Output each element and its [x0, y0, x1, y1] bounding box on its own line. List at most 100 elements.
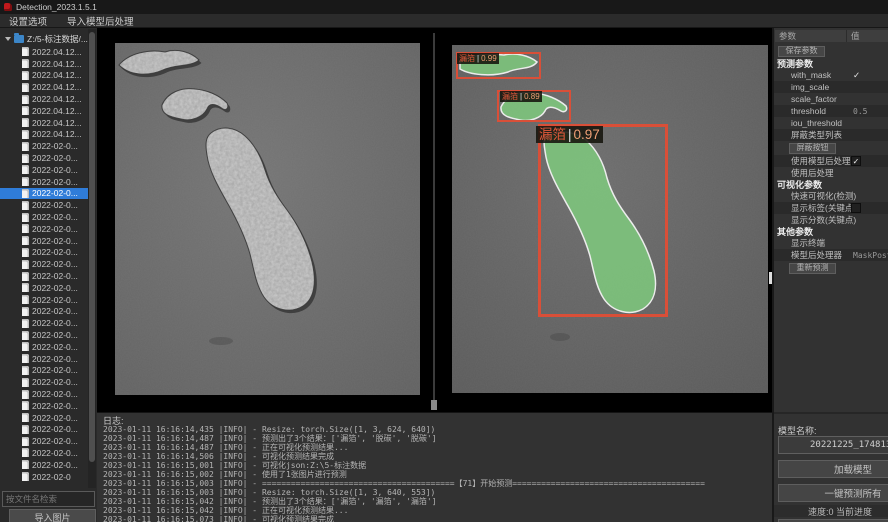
tree-item[interactable]: 2022-02-0... — [0, 247, 88, 259]
repredict-button[interactable]: 重新预测 — [789, 263, 836, 274]
right-image-view[interactable]: 漏箔|0.99 漏箔|0.89 漏箔|0.97 — [452, 45, 768, 393]
file-icon — [22, 165, 29, 174]
param-row-show-labels[interactable]: 显示标签(关键点) — [774, 202, 888, 214]
tree-item[interactable]: 2022-02-0... — [0, 294, 88, 306]
log-line: 2023-01-11 16:16:15,073 |INFO| - 可视化预测结果… — [103, 515, 772, 522]
tree-item[interactable]: 2022-02-0... — [0, 306, 88, 318]
tree-item[interactable]: 2022-02-0... — [0, 365, 88, 377]
tree-item[interactable]: 2022.04.12... — [0, 93, 88, 105]
tree-item[interactable]: 2022-02-0... — [0, 447, 88, 459]
menu-import-postprocess[interactable]: 导入模型后处理 — [67, 14, 134, 28]
tree-item-label: 2022-02-0... — [32, 389, 78, 399]
tree-item-label: 2022-02-0... — [32, 295, 78, 305]
panel-divider-handle[interactable] — [431, 400, 437, 410]
panel-divider[interactable] — [433, 33, 435, 410]
param-row-use-model-postprocess[interactable]: 使用模型后处理 ✓ — [774, 155, 888, 167]
import-images-button[interactable]: 导入图片 — [9, 509, 96, 522]
log-text: 2023-01-11 16:16:14,487 |INFO| - 预测出了3个结… — [103, 434, 437, 443]
detection-label-3: 漏箔|0.97 — [536, 126, 603, 143]
params-panel: 参数 值 保存参数 预测参数 with_mask ✓ img_scale sca… — [772, 28, 888, 522]
load-model-button[interactable]: 加载模型 — [778, 460, 888, 478]
save-params-button[interactable]: 保存参数 — [778, 46, 825, 57]
param-row-mask-type-list[interactable]: 屏蔽类型列表 — [774, 129, 888, 141]
tree-item[interactable]: 2022-02-0... — [0, 317, 88, 329]
section-predict-params: 预测参数 — [774, 58, 888, 69]
log-line: 2023-01-11 16:16:15,003 |INFO| - =======… — [103, 479, 772, 488]
tree-item[interactable]: 2022-02-0... — [0, 188, 88, 200]
file-icon — [22, 47, 29, 56]
tree-item[interactable]: 2022-02-0... — [0, 223, 88, 235]
tree-item[interactable]: 2022.04.12... — [0, 129, 88, 141]
param-row-with-mask[interactable]: with_mask ✓ — [774, 69, 888, 81]
tree-item[interactable]: 2022-02-0... — [0, 353, 88, 365]
checkbox-empty[interactable] — [851, 203, 861, 213]
postprocessor-value[interactable]: MaskPostPro — [853, 251, 888, 260]
file-icon — [22, 83, 29, 92]
tree-item[interactable]: 2022.04.12... — [0, 81, 88, 93]
params-table-header: 参数 值 — [775, 30, 888, 42]
log-line: 2023-01-11 16:16:15,042 |INFO| - 正在可视化预测… — [103, 506, 772, 515]
param-row-show-terminal[interactable]: 显示终端 — [774, 237, 888, 249]
log-text: 2023-01-11 16:16:15,042 |INFO| - 预测出了3个结… — [103, 497, 437, 506]
tree-item[interactable]: 2022-02-0... — [0, 152, 88, 164]
tree-item[interactable]: 2022-02-0... — [0, 388, 88, 400]
param-row-use-postprocess[interactable]: 使用后处理 — [774, 167, 888, 179]
image-canvas: 漏箔|0.99 漏箔|0.89 漏箔|0.97 — [97, 28, 772, 412]
log-text: 2023-01-11 16:16:14,506 |INFO| - 可视化预测结果… — [103, 452, 334, 461]
param-row-model-postprocessor[interactable]: 模型后处理器 MaskPostPro — [774, 249, 888, 261]
tree-item[interactable]: 2022-02-0... — [0, 329, 88, 341]
mask-types-button[interactable]: 屏蔽按钮 — [789, 143, 836, 154]
search-input[interactable] — [2, 491, 95, 507]
tree-item[interactable]: 2022-02-0... — [0, 400, 88, 412]
tree-item[interactable]: 2022-02-0... — [0, 435, 88, 447]
tree-item[interactable]: 2022-02-0... — [0, 176, 88, 188]
tree-item[interactable]: 2022-02-0... — [0, 211, 88, 223]
tree-item[interactable]: 2022-02-0... — [0, 424, 88, 436]
tree-scrollbar[interactable] — [88, 29, 96, 488]
left-image-view[interactable] — [115, 43, 420, 395]
checkbox-checked[interactable]: ✓ — [851, 156, 861, 166]
tree-item[interactable]: 2022-02-0... — [0, 164, 88, 176]
tree-item-label: 2022-02-0... — [32, 413, 78, 423]
param-row-threshold[interactable]: threshold 0.5 — [774, 105, 888, 117]
file-icon — [22, 354, 29, 363]
tree-item-label: 2022.04.12... — [32, 129, 82, 139]
param-row-scale-factor[interactable]: scale_factor — [774, 93, 888, 105]
model-name-field[interactable]: 20221225_174813 — [778, 436, 888, 454]
tree-root[interactable]: Z:/5-标注数据/... — [0, 33, 88, 45]
tree-item[interactable]: 2022.04.12... — [0, 58, 88, 70]
param-row-iou-threshold[interactable]: iou_threshold — [774, 117, 888, 129]
log-text: 2023-01-11 16:16:14,435 |INFO| - Resize:… — [103, 425, 435, 434]
tree-item[interactable]: 2022-02-0... — [0, 270, 88, 282]
file-icon — [22, 460, 29, 469]
tree-item[interactable]: 2022-02-0... — [0, 235, 88, 247]
file-icon — [22, 201, 29, 210]
menu-settings[interactable]: 设置选项 — [9, 14, 47, 28]
predict-all-button[interactable]: 一键预测所有 — [778, 484, 888, 502]
tree-item[interactable]: 2022-02-0... — [0, 140, 88, 152]
tree-item[interactable]: 2022.04.12... — [0, 70, 88, 82]
tree-item[interactable]: 2022.04.12... — [0, 105, 88, 117]
tree-item[interactable]: 2022-02-0... — [0, 412, 88, 424]
tree-item[interactable]: 2022.04.12... — [0, 46, 88, 58]
detection-score: 0.89 — [524, 91, 540, 102]
log-line: 2023-01-11 16:16:15,002 |INFO| - 使用了1张图片… — [103, 470, 772, 479]
param-row-img-scale[interactable]: img_scale — [774, 81, 888, 93]
tree-item[interactable]: 2022.04.12... — [0, 117, 88, 129]
tree-item[interactable]: 2022-02-0... — [0, 459, 88, 471]
param-row-quick-visualize[interactable]: 快速可视化(检测) — [774, 190, 888, 202]
tree-item[interactable]: 2022-02-0... — [0, 199, 88, 211]
tree-item[interactable]: 2022-02-0... — [0, 341, 88, 353]
chevron-down-icon[interactable] — [5, 37, 11, 41]
threshold-value[interactable]: 0.5 — [853, 107, 867, 116]
tree-scrollbar-thumb[interactable] — [89, 32, 95, 462]
tree-item-label: 2022-02-0... — [32, 354, 78, 364]
param-row-show-scores[interactable]: 显示分数(关键点) — [774, 214, 888, 226]
tree-item[interactable]: 2022-02-0... — [0, 376, 88, 388]
tree-item-label: 2022-02-0... — [32, 153, 78, 163]
label-divider: | — [520, 91, 522, 102]
tree-item[interactable]: 2022-02-0 — [0, 471, 88, 483]
tree-item[interactable]: 2022-02-0... — [0, 258, 88, 270]
tree-item-label: 2022-02-0... — [32, 283, 78, 293]
tree-item[interactable]: 2022-02-0... — [0, 282, 88, 294]
